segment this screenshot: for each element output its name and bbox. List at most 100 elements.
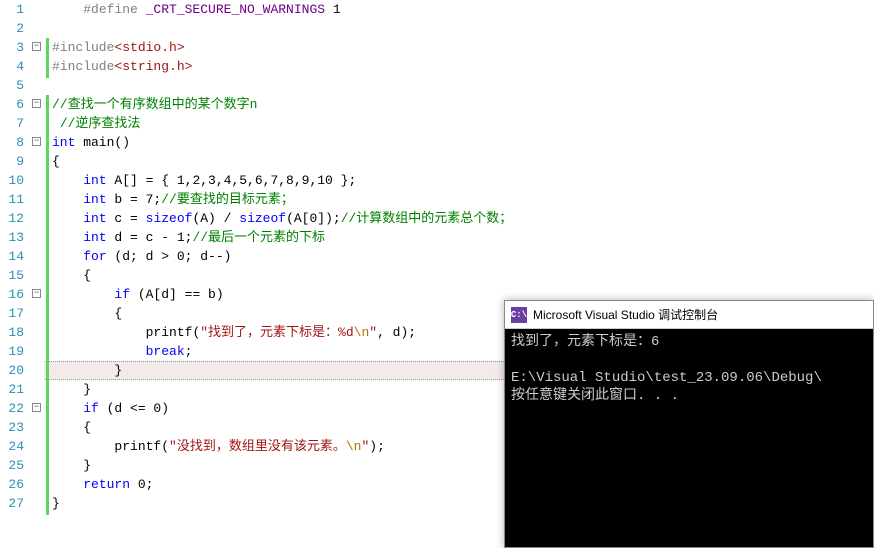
function-call: printf (146, 325, 193, 340)
line-number: 25 (0, 456, 24, 475)
code-text: ); (369, 439, 385, 454)
code-text: 0; (130, 477, 153, 492)
code-line[interactable]: int A[] = { 1,2,3,4,5,6,7,8,9,10 }; (52, 171, 874, 190)
line-number: 5 (0, 76, 24, 95)
code-line[interactable]: for (d; d > 0; d--) (52, 247, 874, 266)
function-call: printf (114, 439, 161, 454)
console-output[interactable]: 找到了，元素下标是：6 E:\Visual Studio\test_23.09.… (505, 329, 873, 409)
keyword: sizeof (146, 211, 193, 226)
comment: //要查找的目标元素； (161, 192, 294, 207)
keyword: int (83, 173, 106, 188)
code-line[interactable]: //逆序查找法 (52, 114, 874, 133)
line-number: 23 (0, 418, 24, 437)
macro-name: _CRT_SECURE_NO_WARNINGS (138, 2, 325, 17)
fold-column: − − − − − (32, 0, 44, 548)
console-line: 找到了，元素下标是：6 (511, 334, 659, 350)
code-line[interactable]: #include<string.h> (52, 57, 874, 76)
code-text: (A[0]); (286, 211, 341, 226)
code-line[interactable] (52, 76, 874, 95)
line-number: 27 (0, 494, 24, 513)
keyword: int (83, 192, 106, 207)
keyword: for (83, 249, 106, 264)
console-icon: C:\ (511, 307, 527, 323)
brace: { (114, 306, 122, 321)
code-line[interactable]: //查找一个有序数组中的某个数字n (52, 95, 874, 114)
code-text: , d); (377, 325, 416, 340)
line-number: 26 (0, 475, 24, 494)
code-text: (A[d] == b) (130, 287, 224, 302)
debug-console-window[interactable]: C:\ Microsoft Visual Studio 调试控制台 找到了，元素… (504, 300, 874, 548)
code-text: (d <= 0) (99, 401, 169, 416)
code-line[interactable]: { (52, 152, 874, 171)
line-number: 21 (0, 380, 24, 399)
fold-toggle-icon[interactable]: − (32, 137, 41, 146)
change-indicator (46, 95, 49, 515)
preprocessor: #define (83, 2, 138, 17)
keyword: if (83, 401, 99, 416)
line-number: 8 (0, 133, 24, 152)
line-number: 10 (0, 171, 24, 190)
keyword: return (83, 477, 130, 492)
keyword: int (83, 230, 106, 245)
console-line: E:\Visual Studio\test_23.09.06\Debug\ (511, 370, 822, 386)
line-number: 24 (0, 437, 24, 456)
brace: } (52, 496, 60, 511)
console-titlebar[interactable]: C:\ Microsoft Visual Studio 调试控制台 (505, 301, 873, 329)
line-number-gutter: 1234567891011121314151617181920212223242… (0, 0, 32, 548)
comment: //计算数组中的元素总个数； (341, 211, 513, 226)
code-line[interactable]: #define _CRT_SECURE_NO_WARNINGS 1 (52, 0, 874, 19)
code-text: (A) / (192, 211, 239, 226)
fold-toggle-icon[interactable]: − (32, 42, 41, 51)
brace: } (114, 363, 122, 378)
code-line[interactable]: int c = sizeof(A) / sizeof(A[0]);//计算数组中… (52, 209, 874, 228)
brace: { (52, 154, 60, 169)
brace: { (83, 420, 91, 435)
code-line[interactable]: int main() (52, 133, 874, 152)
line-number: 4 (0, 57, 24, 76)
preprocessor: #include (52, 59, 114, 74)
code-text: d = c - 1; (107, 230, 193, 245)
line-number: 17 (0, 304, 24, 323)
include-file: <string.h> (114, 59, 192, 74)
line-number: 20 (0, 361, 24, 380)
brace: } (83, 458, 91, 473)
line-number: 9 (0, 152, 24, 171)
code-line[interactable]: int d = c - 1;//最后一个元素的下标 (52, 228, 874, 247)
line-number: 19 (0, 342, 24, 361)
line-number: 1 (0, 0, 24, 19)
include-file: <stdio.h> (114, 40, 184, 55)
fold-toggle-icon[interactable]: − (32, 289, 41, 298)
preprocessor: #include (52, 40, 114, 55)
line-number: 18 (0, 323, 24, 342)
brace: { (83, 268, 91, 283)
code-text: (d; d > 0; d--) (107, 249, 232, 264)
line-number: 6 (0, 95, 24, 114)
string-literal: "没找到，数组里没有该元素。 (169, 439, 346, 454)
line-number: 14 (0, 247, 24, 266)
keyword: if (114, 287, 130, 302)
code-line[interactable]: int b = 7;//要查找的目标元素； (52, 190, 874, 209)
code-text: ; (185, 344, 193, 359)
keyword: int (83, 211, 106, 226)
fold-toggle-icon[interactable]: − (32, 403, 41, 412)
line-number: 12 (0, 209, 24, 228)
paren: ( (161, 439, 169, 454)
change-indicator (46, 38, 49, 78)
code-line[interactable] (52, 19, 874, 38)
keyword: break (146, 344, 185, 359)
brace: } (83, 382, 91, 397)
line-number: 16 (0, 285, 24, 304)
line-number: 13 (0, 228, 24, 247)
line-number: 22 (0, 399, 24, 418)
fold-toggle-icon[interactable]: − (32, 99, 41, 108)
function-name: main() (75, 135, 130, 150)
string-literal: " (369, 325, 377, 340)
string-literal: "找到了，元素下标是：%d (200, 325, 353, 340)
code-text: b = 7; (107, 192, 162, 207)
line-number: 3 (0, 38, 24, 57)
comment: //最后一个元素的下标 (192, 230, 325, 245)
comment: //逆序查找法 (60, 116, 141, 131)
code-line[interactable]: #include<stdio.h> (52, 38, 874, 57)
code-line[interactable]: { (52, 266, 874, 285)
keyword: sizeof (239, 211, 286, 226)
